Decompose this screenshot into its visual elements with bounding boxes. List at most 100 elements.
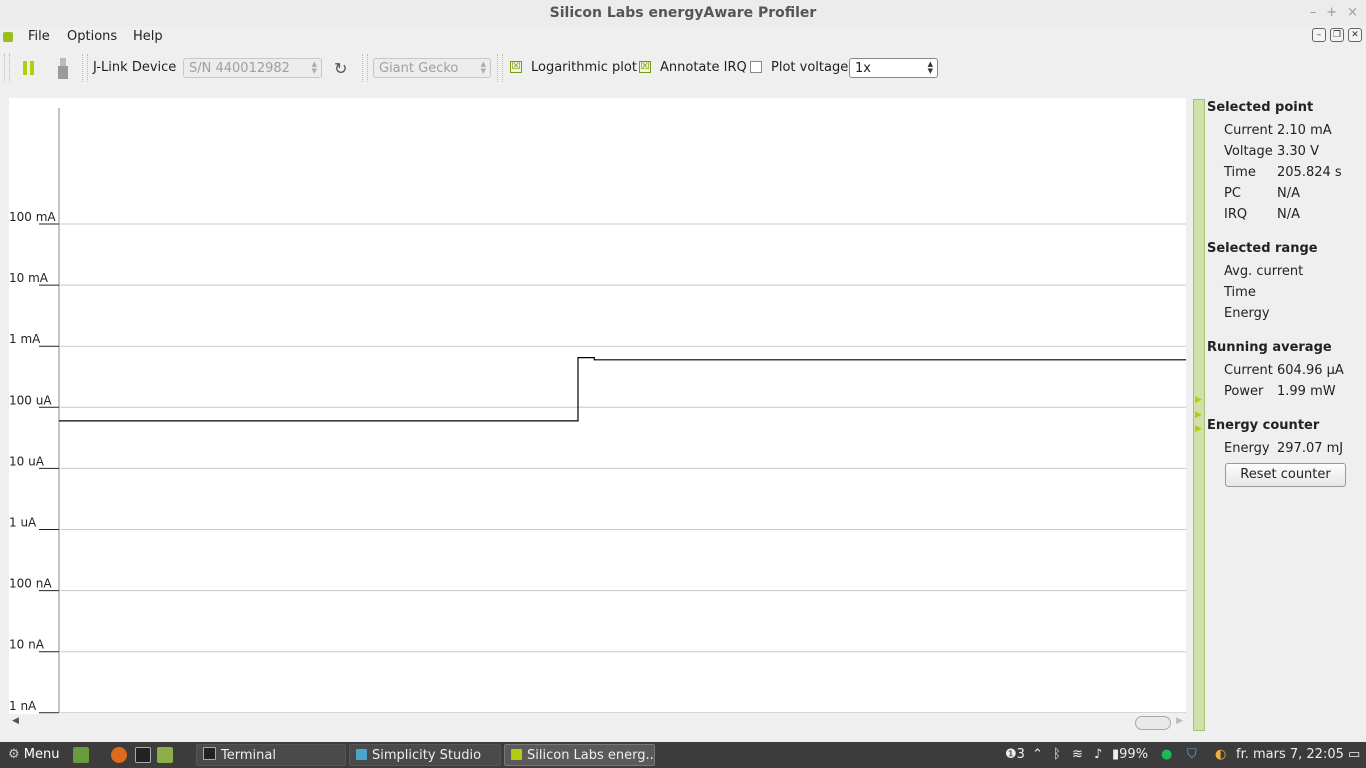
weather-icon[interactable]: ◐ — [1215, 747, 1226, 762]
minimize-icon[interactable]: – — [1310, 0, 1317, 26]
notification-icon[interactable]: ❶3 — [1005, 747, 1025, 762]
sp-current-value: 2.10 mA — [1277, 123, 1332, 138]
mdi-close-icon[interactable]: ✕ — [1348, 28, 1362, 42]
scroll-left-icon[interactable]: ◀ — [12, 716, 19, 726]
toolbar-separator — [497, 54, 503, 82]
firefox-icon[interactable] — [111, 747, 127, 763]
sr-avg-current-key: Avg. current — [1224, 264, 1304, 279]
annotate-irq-label[interactable]: Annotate IRQ — [660, 60, 747, 75]
toolbar: J-Link Device S/N 440012982 ▲ ▼ ↻ Giant G… — [0, 50, 1366, 86]
current-plot-svg: 100 mA 10 mA 1 mA 100 uA 10 uA 1 uA 100 nA 10 n… — [9, 108, 1186, 714]
log-plot-checkbox[interactable]: ☒ — [510, 61, 522, 73]
serial-select[interactable]: S/N 440012982 ▲ ▼ — [183, 58, 322, 78]
sp-voltage-key: Voltage — [1224, 144, 1273, 159]
mdi-restore-icon[interactable]: ❐ — [1330, 28, 1344, 42]
task-profiler-label: Silicon Labs energ... — [527, 748, 655, 763]
device-value: Giant Gecko — [379, 61, 459, 76]
terminal-launcher-icon[interactable] — [135, 747, 151, 763]
y-tick-label: 100 mA — [9, 210, 56, 224]
sp-irq-key: IRQ — [1224, 207, 1248, 222]
files-icon[interactable] — [157, 747, 173, 763]
shield-icon[interactable]: ⛉ — [1187, 747, 1197, 762]
zoom-value: 1x — [855, 61, 871, 76]
sp-pc-value: N/A — [1277, 186, 1300, 201]
menu-file[interactable]: File — [28, 28, 50, 46]
gear-icon: ⚙ — [8, 747, 20, 762]
battery-percent: 99% — [1119, 747, 1149, 762]
wifi-icon[interactable]: ≋ — [1072, 747, 1083, 762]
chevron-up-icon[interactable]: ⌃ — [1032, 747, 1043, 762]
refresh-icon[interactable]: ↻ — [334, 59, 347, 78]
spin-arrows-icon: ▲ ▼ — [480, 60, 486, 75]
y-tick-label: 1 nA — [9, 699, 37, 713]
profiler-icon — [511, 749, 522, 760]
current-series-line — [59, 357, 1186, 422]
sr-energy-key: Energy — [1224, 306, 1270, 321]
reset-counter-button[interactable]: Reset counter — [1225, 463, 1346, 487]
current-plot[interactable]: 100 mA 10 mA 1 mA 100 uA 10 uA 1 uA 100 nA 10 n… — [9, 98, 1186, 714]
close-icon[interactable]: × — [1347, 0, 1358, 26]
sr-time-key: Time — [1224, 285, 1256, 300]
sp-pc-key: PC — [1224, 186, 1241, 201]
spin-arrows-icon: ▲ ▼ — [927, 60, 933, 75]
y-tick-label: 10 nA — [9, 638, 45, 652]
zoom-select[interactable]: 1x ▲ ▼ — [849, 58, 938, 78]
mdi-minimize-icon[interactable]: – — [1312, 28, 1326, 42]
pause-icon[interactable] — [23, 61, 35, 75]
task-terminal-label: Terminal — [221, 748, 276, 763]
window-titlebar: Silicon Labs energyAware Profiler – + × — [0, 0, 1366, 26]
menu-options[interactable]: Options — [67, 28, 117, 46]
ra-current-value: 604.96 µA — [1277, 363, 1344, 378]
selected-point-title: Selected point — [1207, 100, 1314, 115]
y-tick-label: 10 mA — [9, 271, 49, 285]
message-icon[interactable]: ▭ — [1348, 747, 1360, 762]
bluetooth-icon[interactable]: ᛒ — [1053, 747, 1061, 762]
notification-count: 3 — [1016, 747, 1025, 762]
task-profiler[interactable]: Silicon Labs energ... — [504, 744, 655, 766]
sp-irq-value: N/A — [1277, 207, 1300, 222]
plot-voltage-checkbox[interactable] — [750, 61, 762, 73]
spotify-icon[interactable]: ● — [1161, 747, 1172, 762]
scroll-thumb[interactable] — [1135, 716, 1171, 730]
sp-time-key: Time — [1224, 165, 1256, 180]
ra-current-key: Current — [1224, 363, 1273, 378]
annotate-irq-checkbox[interactable]: ☒ — [639, 61, 651, 73]
device-select[interactable]: Giant Gecko ▲ ▼ — [373, 58, 491, 78]
task-simplicity-studio[interactable]: Simplicity Studio — [349, 744, 501, 766]
window-title: Silicon Labs energyAware Profiler — [549, 5, 817, 21]
scroll-right-icon[interactable]: ▶ — [1176, 716, 1183, 726]
start-menu-button[interactable]: ⚙ Menu — [8, 747, 60, 762]
toolbar-grip — [4, 54, 10, 82]
y-tick-label: 100 nA — [9, 577, 52, 591]
jlink-device-label: J-Link Device — [93, 60, 177, 75]
marker-arrow-icon: ▶ — [1195, 424, 1202, 434]
horizontal-scrollbar[interactable]: ◀ ▶ — [9, 714, 1186, 731]
app-icon — [3, 32, 13, 42]
battery-icon[interactable]: ▮99% — [1112, 747, 1148, 762]
task-terminal[interactable]: Terminal — [196, 744, 346, 766]
y-tick-label: 10 uA — [9, 454, 45, 468]
simplicity-studio-icon — [356, 749, 367, 760]
serial-value: S/N 440012982 — [189, 61, 290, 76]
marker-arrow-icon: ▶ — [1195, 410, 1202, 420]
plug-icon[interactable] — [58, 58, 70, 80]
show-desktop-icon[interactable] — [73, 747, 89, 763]
menu-help[interactable]: Help — [133, 28, 163, 46]
maximize-icon[interactable]: + — [1326, 0, 1337, 26]
sp-current-key: Current — [1224, 123, 1273, 138]
ra-power-value: 1.99 mW — [1277, 384, 1336, 399]
plot-voltage-label[interactable]: Plot voltage — [771, 60, 848, 75]
log-plot-label[interactable]: Logarithmic plot — [531, 60, 637, 75]
y-tick-label: 1 uA — [9, 516, 37, 530]
taskbar: ⚙ Menu Terminal Simplicity Studio Silico… — [0, 742, 1366, 768]
volume-icon[interactable]: ♪ — [1094, 747, 1102, 762]
spin-arrows-icon: ▲ ▼ — [311, 60, 317, 75]
marker-arrow-icon: ▶ — [1195, 395, 1202, 405]
toolbar-separator — [362, 54, 368, 82]
toolbar-separator — [82, 54, 88, 82]
sp-voltage-value: 3.30 V — [1277, 144, 1319, 159]
clock[interactable]: fr. mars 7, 22:05 — [1236, 747, 1344, 762]
ec-energy-key: Energy — [1224, 441, 1270, 456]
start-menu-label: Menu — [23, 747, 60, 762]
ec-energy-value: 297.07 mJ — [1277, 441, 1344, 456]
